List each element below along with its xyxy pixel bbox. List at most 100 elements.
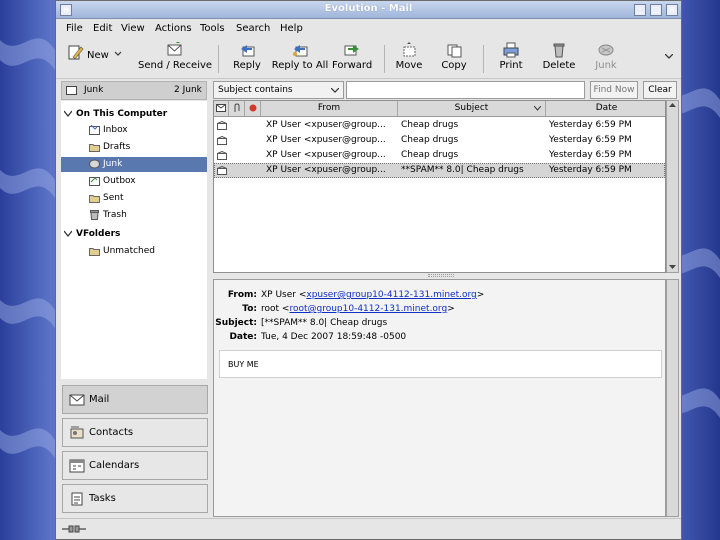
printer-icon [503,42,519,58]
folder-item-junk[interactable]: Junk [61,157,207,172]
menu-tools[interactable]: Tools [200,23,225,34]
reply-button[interactable]: Reply [228,42,266,76]
move-button[interactable]: Move [392,42,426,76]
message-list: From Subject Date XP User <xpuser@group.… [213,100,666,273]
message-from: XP User <xpuser@group... [266,135,386,145]
message-row[interactable]: XP User <xpuser@group... Cheap drugs Yeste… [214,118,665,133]
scroll-down-icon[interactable] [669,265,676,270]
message-date: Yesterday 6:59 PM [549,135,632,145]
message-list-scrollbar[interactable] [666,100,679,273]
to-email-link[interactable]: root@group10-4112-131.minet.org [289,304,447,314]
toolbar-separator [384,45,385,73]
switcher-calendars-button[interactable]: Calendars [62,451,208,480]
minimize-button[interactable]: _ [634,4,646,16]
send-receive-button[interactable]: Send / Receive [138,42,212,76]
column-from[interactable]: From [261,101,398,116]
delete-button[interactable]: Delete [541,42,577,76]
junk-button[interactable]: Junk [589,42,623,76]
read-envelope-icon[interactable] [217,136,227,145]
pane-resize-handle[interactable] [428,274,454,277]
tree-group-vfolders[interactable]: VFolders [61,227,207,242]
folder-icon [89,195,100,203]
window-title: Evolution - Mail [324,3,413,14]
reply-all-button[interactable]: Reply to All [270,42,330,76]
read-envelope-icon[interactable] [217,151,227,160]
menu-edit[interactable]: Edit [93,23,112,34]
maximize-button[interactable]: □ [650,4,662,16]
toolbar-overflow-icon[interactable] [665,54,673,60]
move-icon [403,42,416,57]
from-email-link[interactable]: xpuser@group10-4112-131.minet.org [306,290,476,300]
message-row[interactable]: XP User <xpuser@group... Cheap drugs Yeste… [214,148,665,163]
message-date: Yesterday 6:59 PM [549,150,632,160]
column-status[interactable] [214,101,229,116]
menu-search[interactable]: Search [236,23,270,34]
menu-help[interactable]: Help [280,23,303,34]
scroll-up-icon[interactable] [669,103,676,108]
column-flag[interactable] [245,101,261,116]
attachment-icon [234,103,239,112]
menu-actions[interactable]: Actions [155,23,192,34]
close-button[interactable]: × [666,4,678,16]
status-bar [56,518,681,539]
menu-view[interactable]: View [121,23,145,34]
message-from: XP User <xpuser@group... [266,150,386,160]
read-envelope-icon[interactable] [217,121,227,130]
forward-icon [344,45,359,56]
copy-icon [447,44,462,58]
new-message-icon: New [68,45,122,61]
calendar-icon [69,459,85,473]
folder-item-drafts[interactable]: Drafts [61,140,207,155]
message-subject: Cheap drugs [401,150,459,160]
switcher-tasks-button[interactable]: Tasks [62,484,208,513]
message-from: XP User <xpuser@group... [266,165,386,175]
title-bar[interactable]: ≡ Evolution - Mail _ □ × [56,1,681,19]
message-from: XP User <xpuser@group... [266,120,386,130]
new-button[interactable]: New [64,42,126,76]
tree-group-on-this-computer[interactable]: On This Computer [61,107,207,122]
message-row[interactable]: XP User <xpuser@group... Cheap drugs Yeste… [214,133,665,148]
column-subject[interactable]: Subject [398,101,546,116]
folder-item-outbox[interactable]: Outbox [61,174,207,189]
send-receive-icon [167,42,182,56]
contacts-icon [70,426,84,439]
copy-button[interactable]: Copy [437,42,471,76]
outbox-icon [89,177,100,186]
forward-button[interactable]: Forward [332,42,372,76]
switcher-mail-button[interactable]: Mail [62,385,208,414]
folder-item-inbox[interactable]: Inbox [61,123,207,138]
message-subject: **SPAM** 8.0| Cheap drugs [401,165,524,175]
menu-file[interactable]: File [66,23,83,34]
print-button[interactable]: Print [494,42,528,76]
expander-down-icon[interactable] [64,110,72,118]
online-status-icon[interactable] [62,524,86,534]
toolbar-separator [483,45,484,73]
folder-item-sent[interactable]: Sent [61,191,207,206]
clear-button[interactable]: Clear [643,81,677,99]
search-bar: Subject contains Find Now Clear [213,80,679,101]
menu-bar: File Edit View Actions Tools Search Help [56,20,681,38]
trash-folder-icon [90,210,99,220]
expander-down-icon[interactable] [64,230,72,238]
search-input[interactable] [346,81,585,99]
new-label: New [87,50,109,61]
toolbar-separator [218,45,219,73]
message-row[interactable]: XP User <xpuser@group... **SPAM** 8.0| Ch… [214,163,665,178]
inbox-icon [89,125,100,135]
read-envelope-icon[interactable] [217,166,227,175]
folder-item-unmatched[interactable]: Unmatched [61,244,207,259]
mail-icon [69,394,85,406]
evolution-window: ≡ Evolution - Mail _ □ × File Edit View … [55,0,682,540]
switcher-contacts-button[interactable]: Contacts [62,418,208,447]
flag-icon [249,104,256,112]
column-attachment[interactable] [229,101,245,116]
message-body: BUY ME [219,350,662,378]
envelope-icon [216,104,226,112]
preview-scrollbar[interactable] [666,279,679,517]
junk-icon [598,44,614,56]
current-folder-header: Junk 2 Junk [61,81,207,100]
find-now-button[interactable]: Find Now [590,81,638,99]
search-type-combo[interactable]: Subject contains [213,81,344,99]
folder-item-trash[interactable]: Trash [61,208,207,223]
column-date[interactable]: Date [546,101,667,116]
